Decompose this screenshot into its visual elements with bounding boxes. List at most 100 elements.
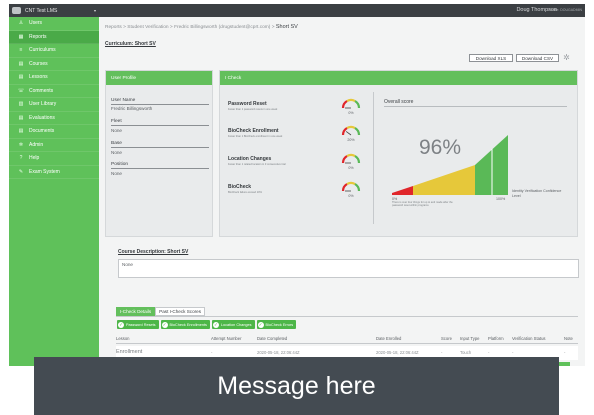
profile-divider [111, 147, 209, 148]
filter-chip[interactable]: ✓ Location Changes [211, 320, 255, 329]
profile-divider [111, 104, 209, 105]
check-icon: ✓ [257, 321, 264, 328]
sidebar-item-label: Help [29, 155, 40, 162]
sidebar-item-help[interactable]: ? Help [9, 152, 99, 166]
table-header-cell[interactable]: Input Type [460, 336, 479, 341]
icheck-row-title: Password Reset [228, 101, 267, 107]
sidebar-item-label: Courses [29, 60, 48, 67]
table-header-cell[interactable]: Date Completed [257, 336, 287, 341]
message-banner: Message here [34, 357, 559, 415]
profile-value-position: None [111, 171, 122, 176]
tab-i-check-details[interactable]: I-Check Details [116, 307, 156, 316]
download-xls-button[interactable]: Download XLS [469, 54, 513, 62]
filter-chip-label: Location Changes [220, 322, 252, 327]
grid-icon: ▦ [18, 33, 24, 40]
user-profile-heading: User Profile [106, 71, 212, 85]
sidebar-item-courses[interactable]: ▤ Courses [9, 58, 99, 71]
gauge-arc-segment [341, 155, 348, 164]
screenshot-frame: CNT Test LMS ▾ ♙ Users ▦ Reports ≡ Curriculum… [0, 0, 594, 415]
sidebar-item-exam-system[interactable]: ✎ Exam System [9, 166, 99, 179]
table-cell: Enrollment [116, 349, 143, 355]
check-icon: ✓ [161, 321, 168, 328]
gauge-percent: 20% [347, 138, 355, 142]
score-note: There is over four things for up to and … [392, 201, 453, 207]
sidebar-item-evaluations[interactable]: ▤ Evaluations [9, 112, 99, 125]
course-description-box: None [118, 259, 579, 278]
breadcrumb-trail[interactable]: Reports > Student Verification > Fredric… [105, 25, 276, 30]
doc-icon: ▤ [18, 74, 24, 81]
filter-chip-label: Password Resets [126, 322, 156, 327]
sidebar-item-label: Lessons [29, 74, 48, 81]
profile-value-username: Fredric Billingsworth [111, 106, 153, 111]
check-icon: ✓ [212, 321, 219, 328]
sidebar-nav: ♙ Users ▦ Reports ≡ Curriculums ▤ Courses ▤ Lesso… [9, 17, 99, 179]
icheck-panel: I Check Password Reset Fewer than 1 passw… [219, 70, 578, 237]
sidebar-item-users[interactable]: ♙ Users [9, 17, 99, 31]
main-content: Reports > Student Verification > Fredric… [99, 17, 585, 366]
table-header-cell[interactable]: Verification Status [512, 336, 546, 341]
sidebar: CNT Test LMS ▾ ♙ Users ▦ Reports ≡ Curriculum… [9, 4, 99, 366]
icheck-row-description: Fewer than 1 password resets in one week [228, 108, 278, 111]
sidebar-item-curriculums[interactable]: ≡ Curriculums [9, 44, 99, 58]
table-header-cell[interactable]: Score [441, 336, 452, 341]
profile-value-base: None [111, 150, 122, 155]
sidebar-item-user-library[interactable]: ▥ User Library [9, 98, 99, 112]
overall-score-value: 96% [419, 136, 462, 159]
table-header: Lesson Attempt Number Date Completed Date E… [116, 334, 578, 344]
gauge-arc-segment [346, 98, 356, 103]
icheck-heading: I Check [220, 71, 577, 85]
table-header-cell[interactable]: Platform [488, 336, 504, 341]
gauge-icon [341, 98, 361, 109]
breadcrumb: Reports > Student Verification > Fredric… [105, 24, 298, 30]
profile-value-fleet: None [111, 128, 122, 133]
sidebar-item-lessons[interactable]: ▤ Lessons [9, 71, 99, 85]
gauge-icon [341, 181, 361, 192]
table-cell: 2020-05-18, 22:06:44Z [257, 350, 300, 355]
exam-icon: ✎ [18, 168, 24, 175]
table-header-cell[interactable]: Lesson [116, 336, 130, 341]
sidebar-item-label: Evaluations [29, 114, 55, 121]
table-header-cell[interactable]: Date Enrolled [376, 336, 401, 341]
tab-past-i-check-scores[interactable]: Past I-Check Scores [155, 307, 206, 316]
overall-score-label: Overall score [384, 99, 414, 105]
filter-chip[interactable]: ✓ BioCheck Enrollments [160, 320, 210, 329]
sidebar-item-comments[interactable]: ☏ Comments [9, 85, 99, 98]
download-csv-button[interactable]: Download CSV [516, 54, 559, 62]
profile-label-username: User Name [111, 98, 136, 103]
book-icon: ▥ [18, 101, 24, 108]
filter-chip[interactable]: ✓ BioCheck Errors [256, 320, 297, 329]
gauge-arc-segment [346, 125, 356, 130]
gauge-icon [341, 153, 361, 164]
table-header-cell[interactable]: Attempt Number [211, 336, 242, 341]
filter-chip[interactable]: ✓ Password Resets [117, 320, 159, 329]
table-cell: - [488, 350, 490, 355]
profile-label-base: Base [111, 141, 122, 146]
sidebar-item-reports[interactable]: ▦ Reports [9, 30, 99, 44]
app-switcher[interactable]: CNT Test LMS ▾ [9, 4, 99, 17]
user-profile-panel: User Profile User Name Fredric Billingsw… [105, 70, 213, 237]
sidebar-item-label: User Library [29, 101, 57, 108]
table-header-cell[interactable]: Note [564, 336, 573, 341]
sidebar-item-label: Comments [29, 87, 54, 94]
sidebar-item-label: Reports [29, 33, 47, 40]
doc-icon: ▤ [18, 114, 24, 121]
scale-max-label: 100% [496, 197, 506, 201]
table-cell: 2020-05-18, 22:06:44Z [376, 350, 419, 355]
gauge-icon [341, 125, 361, 136]
check-icon: ✓ [118, 321, 124, 328]
lines-icon: ≡ [19, 47, 23, 54]
sidebar-item-admin[interactable]: ✲ Admin [9, 139, 99, 152]
gauge-arc-segment [354, 183, 361, 192]
gear-icon[interactable]: ✲ [562, 53, 571, 62]
filter-chip-label: BioCheck Enrollments [169, 322, 207, 327]
user-profile-label: Profile: DOUGADMIN [548, 8, 582, 12]
profile-label-fleet: Fleet [111, 119, 122, 124]
chat-icon: ☏ [17, 87, 25, 94]
curriculum-title: Curriculum: Short SV [105, 41, 156, 47]
gauge-percent: 0% [348, 111, 354, 115]
panel-divider [373, 92, 374, 224]
app-title: CNT Test LMS [25, 7, 58, 14]
icheck-row-title: Location Changes [228, 156, 272, 162]
sidebar-item-documents[interactable]: ▤ Documents [9, 125, 99, 139]
chevron-down-icon[interactable]: ▾ [94, 8, 96, 13]
